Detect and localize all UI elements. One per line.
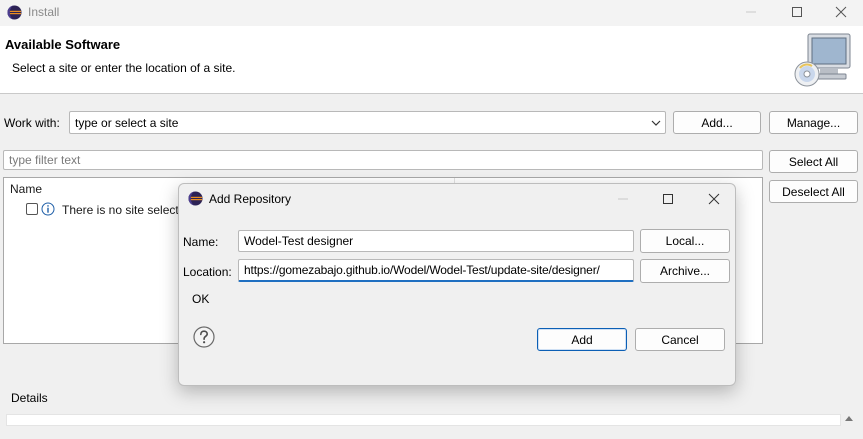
close-icon <box>708 193 720 205</box>
repository-name-input[interactable]: Wodel-Test designer <box>238 230 634 252</box>
repository-name-value: Wodel-Test designer <box>244 234 354 248</box>
install-computer-icon <box>794 33 851 87</box>
dialog-title: Add Repository <box>209 192 292 206</box>
add-site-button[interactable]: Add... <box>673 111 761 134</box>
filter-input[interactable]: type filter text <box>3 150 763 170</box>
archive-button[interactable]: Archive... <box>640 259 730 283</box>
minimize-icon <box>746 11 756 13</box>
page-description: Select a site or enter the location of a… <box>12 61 236 75</box>
chevron-down-icon <box>651 120 661 126</box>
eclipse-logo-icon <box>188 191 203 206</box>
eclipse-logo-icon <box>7 5 22 20</box>
filter-placeholder: type filter text <box>9 153 81 167</box>
wizard-header: Available Software Select a site or ente… <box>0 26 863 94</box>
row-checkbox[interactable] <box>26 203 38 215</box>
deselect-all-button[interactable]: Deselect All <box>769 180 858 203</box>
dialog-maximize-button[interactable] <box>657 188 679 210</box>
local-button[interactable]: Local... <box>640 229 730 253</box>
help-icon[interactable] <box>193 326 215 348</box>
minimize-button[interactable] <box>728 0 774 24</box>
repository-location-value: https://gomezabajo.github.io/Wodel/Wodel… <box>244 263 600 277</box>
dialog-titlebar: Add Repository <box>179 184 735 214</box>
maximize-icon <box>792 7 802 17</box>
repository-location-input[interactable]: https://gomezabajo.github.io/Wodel/Wodel… <box>238 259 634 282</box>
info-icon <box>41 202 55 216</box>
window-titlebar: Install <box>0 0 863 26</box>
name-label: Name: <box>183 235 219 249</box>
work-with-label: Work with: <box>4 116 60 130</box>
scroll-up-icon[interactable] <box>845 415 853 421</box>
maximize-icon <box>663 194 673 204</box>
add-repository-dialog: Add Repository Name: Wodel-Test designer… <box>178 183 736 386</box>
column-header-name[interactable]: Name <box>10 182 42 196</box>
add-button[interactable]: Add <box>537 328 627 351</box>
page-title: Available Software <box>5 37 121 52</box>
maximize-button[interactable] <box>774 0 820 24</box>
window-title: Install <box>28 5 60 19</box>
close-button[interactable] <box>818 0 863 24</box>
row-text: There is no site selecte <box>62 203 186 217</box>
work-with-combo[interactable]: type or select a site <box>69 111 666 134</box>
close-icon <box>835 6 847 18</box>
dialog-minimize-button[interactable] <box>612 188 634 210</box>
minimize-icon <box>618 198 628 200</box>
validation-status: OK <box>192 292 210 306</box>
work-with-placeholder: type or select a site <box>75 115 179 130</box>
cancel-button[interactable]: Cancel <box>635 328 725 351</box>
details-area <box>6 414 841 426</box>
dialog-close-button[interactable] <box>703 188 725 210</box>
select-all-button[interactable]: Select All <box>769 150 858 173</box>
location-label: Location: <box>183 265 232 279</box>
manage-sites-button[interactable]: Manage... <box>769 111 858 134</box>
details-label: Details <box>11 391 48 405</box>
